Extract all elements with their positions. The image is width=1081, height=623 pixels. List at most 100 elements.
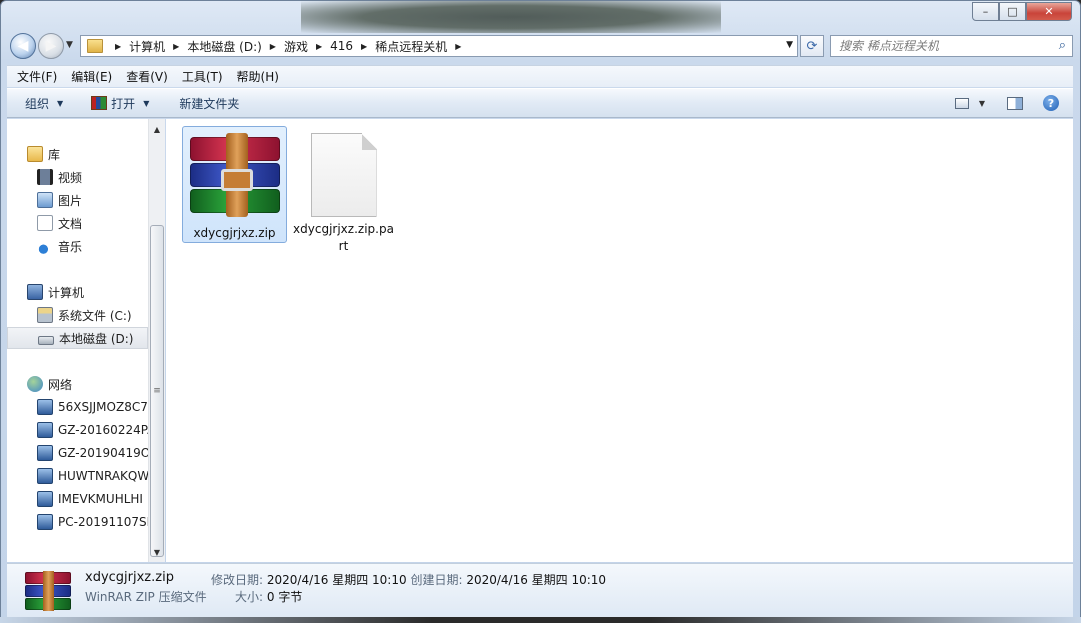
- menu-edit[interactable]: 编辑(E): [71, 68, 112, 85]
- network-computer-icon: [37, 445, 53, 461]
- back-button[interactable]: ◀: [10, 33, 36, 59]
- file-item[interactable]: xdycgjrjxz.zip.part: [291, 127, 396, 261]
- network-computer-icon: [37, 468, 53, 484]
- command-bar: 组织 ▼ 打开 ▼ 新建文件夹 ▼ ?: [7, 88, 1073, 118]
- details-file-name: xdycgjrjxz.zip: [85, 570, 174, 585]
- menu-bar: 文件(F) 编辑(E) 查看(V) 工具(T) 帮助(H): [7, 65, 1073, 87]
- blank-file-icon: [310, 133, 377, 217]
- nav-videos[interactable]: 视频: [7, 166, 148, 188]
- caption-buttons: – □ ✕: [972, 2, 1072, 21]
- created-label: 创建日期:: [410, 573, 463, 587]
- search-input[interactable]: [839, 39, 1049, 53]
- nav-network-pc[interactable]: PC-20191107SH: [7, 511, 148, 533]
- change-view-icon[interactable]: [954, 97, 969, 109]
- breadcrumb-chevron-icon[interactable]: ▶: [270, 42, 276, 51]
- winrar-archive-icon: [188, 133, 282, 221]
- menu-help[interactable]: 帮助(H): [237, 68, 279, 85]
- nav-network-pc[interactable]: 56XSJJMOZ8C7: [7, 396, 148, 418]
- forward-button[interactable]: ▶: [38, 33, 64, 59]
- size-value: 0 字节: [266, 590, 303, 604]
- scroll-down-icon[interactable]: ▼: [149, 544, 165, 560]
- breadcrumb-games[interactable]: 游戏: [284, 38, 308, 55]
- nav-label: 56XSJJMOZ8C7: [58, 400, 148, 414]
- refresh-button[interactable]: ⟳: [800, 35, 824, 57]
- details-pane: xdycgjrjxz.zip WinRAR ZIP 压缩文件 修改日期: 202…: [7, 563, 1073, 617]
- scroll-up-icon[interactable]: ▲: [149, 121, 165, 137]
- network-icon: [27, 376, 43, 392]
- nav-computer[interactable]: 计算机: [7, 281, 148, 303]
- nav-label: GZ-20190419OZ: [58, 446, 148, 460]
- view-options-dropdown[interactable]: ▼: [979, 99, 985, 108]
- nav-documents[interactable]: 文档: [7, 212, 148, 234]
- breadcrumb-416[interactable]: 416: [330, 39, 353, 53]
- maximize-button[interactable]: □: [999, 2, 1026, 21]
- nav-music[interactable]: 音乐: [7, 235, 148, 257]
- video-icon: [37, 169, 53, 185]
- nav-network-pc[interactable]: GZ-20190419OZ: [7, 442, 148, 464]
- nav-pictures[interactable]: 图片: [7, 189, 148, 211]
- breadcrumb-computer[interactable]: 计算机: [129, 38, 165, 55]
- help-icon[interactable]: ?: [1043, 95, 1059, 111]
- search-icon[interactable]: ⌕: [1059, 38, 1066, 53]
- nav-label: PC-20191107SH: [58, 515, 148, 529]
- winrar-archive-icon: [25, 571, 71, 611]
- background-app-glow: [301, 1, 721, 33]
- size-label: 大小:: [235, 590, 264, 604]
- details-dates: 修改日期: 2020/4/16 星期四 10:10 创建日期: 2020/4/1…: [211, 571, 606, 588]
- winrar-icon: [91, 96, 108, 110]
- minimize-button[interactable]: –: [972, 2, 999, 21]
- address-bar[interactable]: ▶ 计算机 ▶ 本地磁盘 (D:) ▶ 游戏 ▶ 416 ▶ 稀点远程关机 ▶ …: [80, 35, 798, 57]
- nav-drive-d[interactable]: 本地磁盘 (D:): [7, 327, 148, 349]
- organize-button[interactable]: 组织 ▼: [25, 95, 63, 112]
- nav-label: 图片: [58, 193, 83, 208]
- close-button[interactable]: ✕: [1026, 2, 1072, 21]
- breadcrumb-chevron-icon[interactable]: ▶: [115, 42, 121, 51]
- nav-network[interactable]: 网络: [7, 373, 148, 395]
- command-bar-right: ▼ ?: [954, 89, 1073, 117]
- nav-scrollbar[interactable]: ▲ ≡ ▼: [148, 119, 165, 562]
- scroll-thumb[interactable]: ≡: [150, 225, 164, 557]
- menu-view[interactable]: 查看(V): [126, 68, 168, 85]
- nav-label: HUWTNRAKQW: [58, 469, 148, 483]
- breadcrumb-current-folder[interactable]: 稀点远程关机: [375, 38, 447, 55]
- library-icon: [27, 146, 43, 162]
- breadcrumb-chevron-icon[interactable]: ▶: [173, 42, 179, 51]
- document-icon: [37, 215, 53, 231]
- nav-label: 系统文件 (C:): [58, 308, 132, 323]
- nav-label: 网络: [48, 377, 73, 392]
- file-name: xdycgjrjxz.zip: [193, 226, 276, 240]
- breadcrumb: ▶ 计算机 ▶ 本地磁盘 (D:) ▶ 游戏 ▶ 416 ▶ 稀点远程关机 ▶: [107, 36, 469, 56]
- new-folder-button[interactable]: 新建文件夹: [179, 95, 239, 112]
- network-computer-icon: [37, 514, 53, 530]
- breadcrumb-chevron-icon[interactable]: ▶: [316, 42, 322, 51]
- nav-label: GZ-20160224PA: [58, 423, 148, 437]
- recent-pages-dropdown[interactable]: ▼: [66, 40, 73, 50]
- nav-network-pc[interactable]: HUWTNRAKQW: [7, 465, 148, 487]
- file-item[interactable]: xdycgjrjxz.zip: [182, 126, 287, 243]
- open-button[interactable]: 打开 ▼: [91, 95, 149, 112]
- file-name: xdycgjrjxz.zip.part: [293, 222, 394, 253]
- search-box[interactable]: ⌕: [830, 35, 1073, 57]
- nav-label: 音乐: [58, 239, 83, 254]
- preview-pane-icon[interactable]: [1007, 96, 1023, 110]
- nav-network-pc[interactable]: GZ-20160224PA: [7, 419, 148, 441]
- address-dropdown-icon[interactable]: ▼: [786, 40, 793, 50]
- breadcrumb-chevron-icon[interactable]: ▶: [361, 42, 367, 51]
- nav-library[interactable]: 库: [7, 143, 148, 165]
- open-label: 打开: [111, 96, 136, 111]
- modified-value: 2020/4/16 星期四 10:10: [266, 573, 407, 587]
- nav-drive-c[interactable]: 系统文件 (C:): [7, 304, 148, 326]
- nav-label: 库: [48, 147, 61, 162]
- new-folder-label: 新建文件夹: [179, 96, 240, 111]
- nav-label: 视频: [58, 170, 83, 185]
- breadcrumb-chevron-icon[interactable]: ▶: [455, 42, 461, 51]
- menu-file[interactable]: 文件(F): [17, 68, 57, 85]
- breadcrumb-drive-d[interactable]: 本地磁盘 (D:): [187, 38, 261, 55]
- taskbar-edge: [0, 617, 1081, 623]
- nav-network-pc[interactable]: IMEVKMUHLHI: [7, 488, 148, 510]
- network-computer-icon: [37, 399, 53, 415]
- network-computer-icon: [37, 422, 53, 438]
- details-size: 大小: 0 字节: [235, 588, 302, 605]
- menu-tools[interactable]: 工具(T): [182, 68, 223, 85]
- nav-label: 计算机: [48, 285, 85, 300]
